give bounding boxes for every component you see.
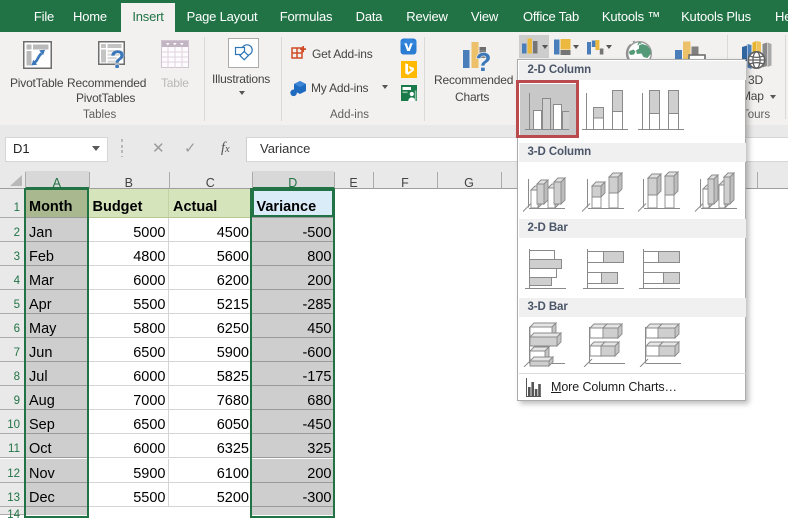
svg-text:?: ? (110, 46, 125, 71)
svg-text:?: ? (476, 47, 492, 73)
